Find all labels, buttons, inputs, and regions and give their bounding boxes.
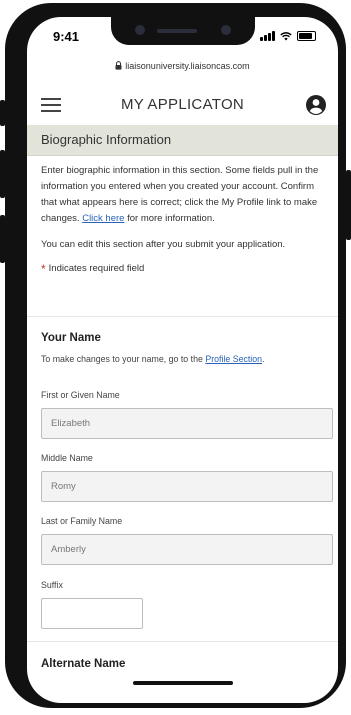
section-title: Biographic Information xyxy=(41,132,172,147)
sensor-icon xyxy=(221,25,231,35)
wifi-icon xyxy=(280,32,292,41)
middle-name-group: Middle Name xyxy=(41,453,333,502)
click-here-link[interactable]: Click here xyxy=(82,213,124,224)
first-name-field[interactable] xyxy=(41,408,333,439)
divider xyxy=(27,641,338,642)
suffix-group: Suffix xyxy=(41,580,143,629)
section-content: Enter biographic information in this sec… xyxy=(41,155,326,276)
first-name-group: First or Given Name xyxy=(41,390,333,439)
your-name-section: Your Name To make changes to your name, … xyxy=(41,332,326,364)
required-legend: * Indicates required field xyxy=(41,262,326,276)
last-name-field[interactable] xyxy=(41,534,333,565)
your-name-help: To make changes to your name, go to the … xyxy=(41,354,326,364)
required-text: Indicates required field xyxy=(48,263,145,274)
battery-icon xyxy=(297,31,316,41)
section-banner: Biographic Information xyxy=(27,125,338,156)
middle-name-label: Middle Name xyxy=(41,453,93,463)
required-star-icon: * xyxy=(41,262,46,276)
intro-tail: for more information. xyxy=(127,213,215,224)
last-name-label: Last or Family Name xyxy=(41,516,123,526)
status-time: 9:41 xyxy=(53,29,80,44)
notch xyxy=(111,17,255,45)
divider xyxy=(27,316,338,317)
app-header: MY APPLICATON xyxy=(27,85,338,126)
last-name-group: Last or Family Name xyxy=(41,516,333,565)
suffix-label: Suffix xyxy=(41,580,63,590)
camera-icon xyxy=(135,25,145,35)
suffix-field[interactable] xyxy=(41,598,143,629)
account-icon[interactable] xyxy=(306,95,326,115)
edit-note: You can edit this section after you subm… xyxy=(41,239,286,250)
lock-icon xyxy=(115,61,122,70)
help-suffix: . xyxy=(262,354,265,364)
page-title: MY APPLICATON xyxy=(120,96,245,113)
power-button xyxy=(346,170,351,240)
status-icons xyxy=(260,31,316,41)
url-bar[interactable]: liaisonuniversity.liaisoncas.com xyxy=(27,61,338,71)
profile-section-link[interactable]: Profile Section xyxy=(205,354,262,364)
alternate-name-heading: Alternate Name xyxy=(41,658,126,670)
url-text: liaisonuniversity.liaisoncas.com xyxy=(125,61,250,71)
signal-icon xyxy=(260,31,275,41)
phone-screen: 9:41 liaisonuniversity.liaisoncas.com MY… xyxy=(27,17,338,703)
intro-paragraph: Enter biographic information in this sec… xyxy=(41,163,326,227)
speaker-grille xyxy=(157,29,197,33)
phone-body: 9:41 liaisonuniversity.liaisoncas.com MY… xyxy=(5,3,346,708)
middle-name-field[interactable] xyxy=(41,471,333,502)
help-prefix: To make changes to your name, go to the xyxy=(41,354,203,364)
home-indicator[interactable] xyxy=(133,681,233,685)
your-name-heading: Your Name xyxy=(41,332,101,344)
first-name-label: First or Given Name xyxy=(41,390,120,400)
